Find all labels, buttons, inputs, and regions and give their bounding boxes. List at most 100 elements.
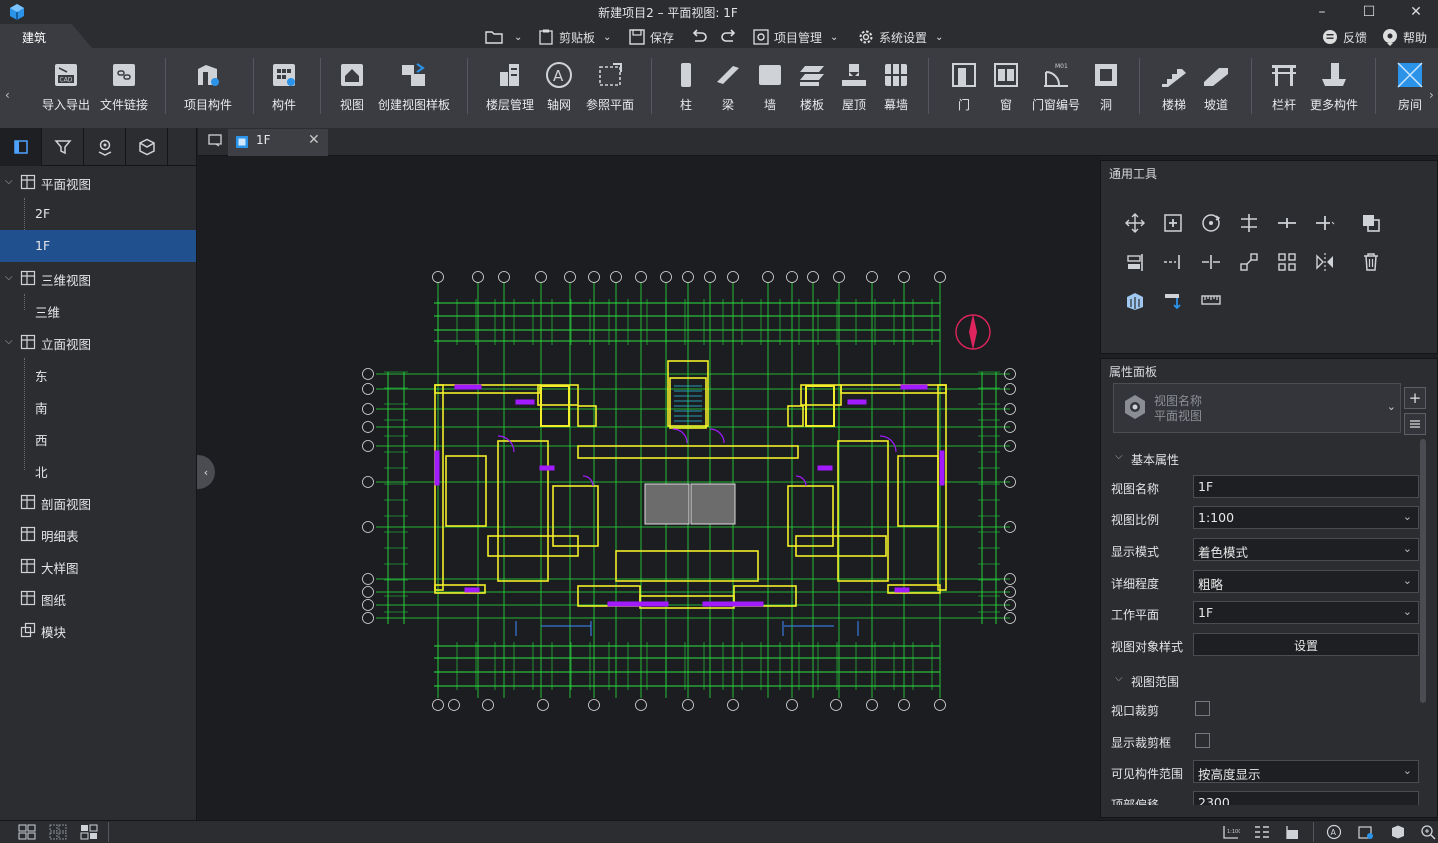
tree-detail-views[interactable]: 大样图 bbox=[0, 550, 196, 582]
tab-model[interactable] bbox=[126, 128, 168, 166]
save-button[interactable]: 保存 bbox=[628, 28, 674, 46]
detail-level-select[interactable]: 粗略 ⌄ bbox=[1193, 570, 1419, 593]
tree-3d[interactable]: 三维 bbox=[0, 294, 196, 326]
wall-button[interactable]: 墙 bbox=[755, 60, 785, 116]
tree-3d-views[interactable]: ⌵ 三维视图 bbox=[0, 262, 196, 294]
tree-elevation-views[interactable]: ⌵ 立面视图 bbox=[0, 326, 196, 358]
open-button[interactable]: ⌄ bbox=[484, 28, 522, 46]
tree-plan-1f[interactable]: 1F bbox=[0, 230, 196, 262]
tree-west[interactable]: 西 bbox=[0, 422, 196, 454]
layout-grid-icon[interactable] bbox=[18, 824, 36, 840]
section-basic-properties[interactable]: ⌵ 基本属性 bbox=[1115, 451, 1179, 468]
properties-scrollbar[interactable] bbox=[1420, 439, 1426, 703]
render-toggle-icon[interactable] bbox=[1357, 824, 1375, 840]
component-button[interactable]: 构件 bbox=[262, 60, 306, 116]
help-button[interactable]: 帮助 bbox=[1381, 28, 1427, 46]
break-icon[interactable] bbox=[1199, 250, 1223, 274]
delete-icon[interactable] bbox=[1359, 250, 1383, 274]
close-button[interactable]: ✕ bbox=[1393, 0, 1438, 24]
opening-button[interactable]: 洞 bbox=[1091, 60, 1121, 116]
group-icon[interactable] bbox=[1275, 250, 1299, 274]
rotate-icon[interactable] bbox=[1199, 211, 1223, 235]
doc-tab-1f[interactable]: 1F ✕ bbox=[228, 129, 328, 156]
scale-icon[interactable] bbox=[1237, 250, 1261, 274]
array-copy-icon[interactable] bbox=[1359, 211, 1383, 235]
ribbon-scroll-right-icon[interactable]: › bbox=[1429, 88, 1434, 102]
door-window-number-button[interactable]: M01 门窗编号 bbox=[1030, 60, 1082, 116]
tree-plan-views[interactable]: ⌵ 平面视图 bbox=[0, 166, 196, 198]
mirror-icon[interactable] bbox=[1313, 250, 1337, 274]
view-name-field[interactable]: 1F bbox=[1193, 475, 1419, 498]
detail-level-icon[interactable] bbox=[1253, 824, 1271, 840]
window-button[interactable]: 窗 bbox=[991, 60, 1021, 116]
tab-location[interactable] bbox=[84, 128, 126, 166]
floor-manage-button[interactable]: 楼层管理 bbox=[484, 60, 536, 116]
extend-icon[interactable] bbox=[1123, 250, 1147, 274]
offset-icon[interactable] bbox=[1313, 211, 1337, 235]
close-tab-icon[interactable]: ✕ bbox=[308, 132, 320, 148]
section-box-icon[interactable] bbox=[1389, 824, 1407, 840]
view-scale-select[interactable]: 1:100 ⌄ bbox=[1193, 506, 1419, 529]
caret-down-icon[interactable]: ⌵ bbox=[5, 336, 13, 347]
door-button[interactable]: 门 bbox=[949, 60, 979, 116]
add-type-button[interactable]: + bbox=[1404, 387, 1426, 409]
layout-dashed-icon[interactable] bbox=[49, 824, 67, 840]
visible-range-select[interactable]: 按高度显示 ⌄ bbox=[1193, 760, 1419, 783]
redo-button[interactable] bbox=[720, 28, 738, 46]
display-mode-select[interactable]: 着色模式 ⌄ bbox=[1193, 538, 1419, 561]
layout-filled-icon[interactable] bbox=[80, 824, 98, 840]
top-offset-field[interactable]: 2300 bbox=[1193, 791, 1419, 805]
tab-filter[interactable] bbox=[42, 128, 84, 166]
stair-button[interactable]: 楼梯 bbox=[1159, 60, 1189, 116]
column-button[interactable]: 柱 bbox=[671, 60, 701, 116]
floor-slab-button[interactable]: 楼板 bbox=[797, 60, 827, 116]
clipboard-button[interactable]: 剪贴板 ⌄ bbox=[537, 28, 611, 46]
type-selector[interactable]: 视图名称 平面视图 ⌄ bbox=[1113, 383, 1401, 433]
system-settings-button[interactable]: 系统设置 ⌄ bbox=[857, 28, 943, 46]
file-link-button[interactable]: 文件链接 bbox=[98, 60, 150, 116]
copy-icon[interactable] bbox=[1161, 211, 1185, 235]
minimize-button[interactable]: – bbox=[1299, 0, 1345, 24]
tab-browser[interactable] bbox=[0, 128, 42, 166]
tree-modules[interactable]: 模块 bbox=[0, 614, 196, 646]
ruler-icon[interactable] bbox=[1199, 288, 1223, 312]
view-button[interactable]: 视图 bbox=[334, 60, 370, 116]
object-style-settings-button[interactable]: 设置 bbox=[1193, 633, 1419, 656]
beam-button[interactable]: 梁 bbox=[713, 60, 743, 116]
axis-grid-button[interactable]: A 轴网 bbox=[543, 60, 575, 116]
scale-ruler-icon[interactable]: 1:100 bbox=[1222, 824, 1240, 840]
trim-icon[interactable] bbox=[1161, 250, 1185, 274]
more-components-button[interactable]: 更多构件 bbox=[1308, 60, 1360, 116]
ramp-button[interactable]: 坡道 bbox=[1201, 60, 1231, 116]
measure-height-icon[interactable] bbox=[1161, 288, 1185, 312]
drawing-canvas[interactable] bbox=[198, 156, 1100, 820]
import-export-button[interactable]: CAD 导入导出 bbox=[40, 60, 92, 116]
feedback-button[interactable]: 反馈 bbox=[1321, 28, 1367, 46]
project-manage-button[interactable]: 项目管理 ⌄ bbox=[752, 28, 838, 46]
undo-button[interactable] bbox=[690, 28, 708, 46]
ribbon-scroll-left-icon[interactable]: ‹ bbox=[5, 88, 10, 102]
visual-style-icon[interactable] bbox=[1284, 824, 1302, 840]
curtain-wall-button[interactable]: 幕墙 bbox=[881, 60, 911, 116]
split-icon[interactable] bbox=[1275, 211, 1299, 235]
tree-north[interactable]: 北 bbox=[0, 454, 196, 486]
project-component-button[interactable]: 项目构件 bbox=[182, 60, 234, 116]
model-3d-icon[interactable] bbox=[1123, 288, 1147, 312]
type-list-button[interactable] bbox=[1404, 413, 1426, 435]
railing-button[interactable]: 栏杆 bbox=[1269, 60, 1299, 116]
work-plane-select[interactable]: 1F ⌄ bbox=[1193, 601, 1419, 624]
move-icon[interactable] bbox=[1123, 211, 1147, 235]
maximize-button[interactable]: ☐ bbox=[1346, 0, 1392, 24]
zoom-fit-icon[interactable] bbox=[1419, 824, 1437, 840]
reference-plane-button[interactable]: 参照平面 bbox=[584, 60, 636, 116]
align-icon[interactable] bbox=[1237, 211, 1261, 235]
tab-list-icon[interactable] bbox=[208, 133, 222, 150]
create-view-template-button[interactable]: 创建视图样板 bbox=[376, 60, 452, 116]
roof-button[interactable]: 屋顶 bbox=[839, 60, 869, 116]
show-crop-frame-checkbox[interactable] bbox=[1195, 733, 1210, 748]
caret-down-icon[interactable]: ⌵ bbox=[5, 272, 13, 283]
tree-section-views[interactable]: 剖面视图 bbox=[0, 486, 196, 518]
tree-plan-2f[interactable]: 2F bbox=[0, 198, 196, 230]
section-view-range[interactable]: ⌵ 视图范围 bbox=[1115, 673, 1179, 690]
caret-down-icon[interactable]: ⌵ bbox=[5, 176, 13, 187]
